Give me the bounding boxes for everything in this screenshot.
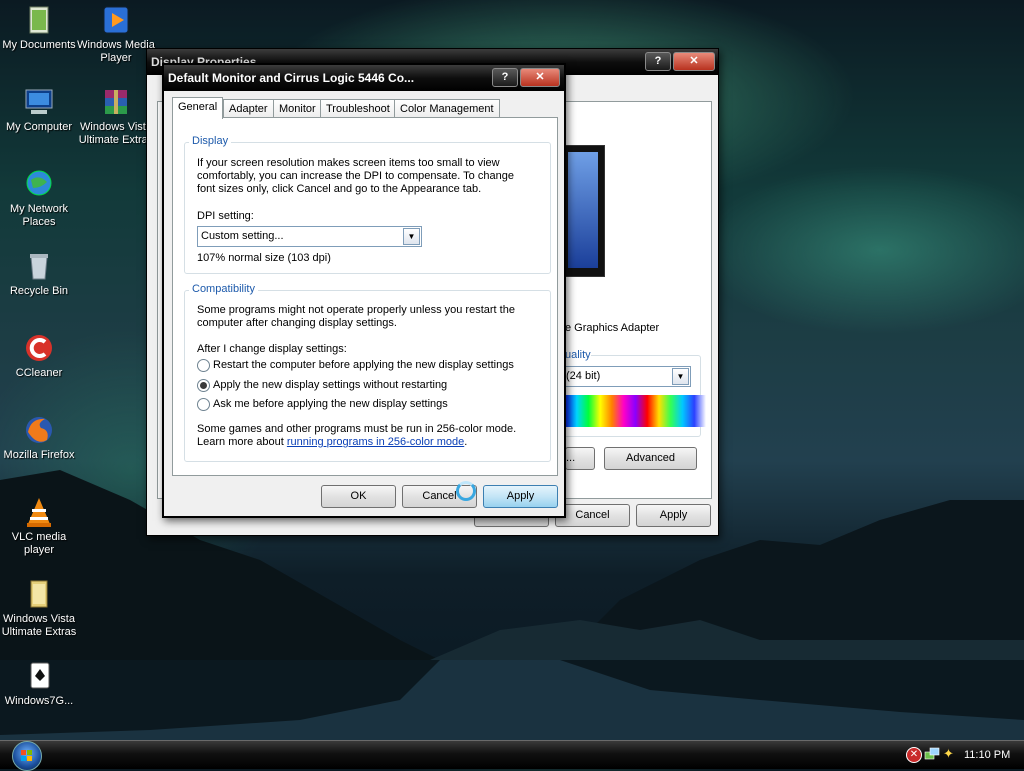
- dpi-size-text: 107% normal size (103 dpi): [197, 252, 331, 264]
- desktop-icon-label: Windows Media Player: [77, 39, 155, 64]
- ccleaner-icon: [23, 332, 55, 364]
- dialog-titlebar[interactable]: Default Monitor and Cirrus Logic 5446 Co…: [164, 65, 564, 91]
- back-apply-button[interactable]: Apply: [636, 504, 711, 527]
- running-256-color-link[interactable]: running programs in 256-color mode: [287, 436, 464, 448]
- taskbar-clock[interactable]: 11:10 PM: [964, 749, 1010, 761]
- security-alert-icon[interactable]: ✕: [906, 747, 922, 763]
- desktop-icon-recycle-bin[interactable]: Recycle Bin: [0, 250, 78, 298]
- recycle-bin-icon: [23, 250, 55, 282]
- radio-option-ask-me[interactable]: Ask me before applying the new display s…: [197, 397, 537, 413]
- radio-label: Restart the computer before applying the…: [213, 359, 514, 371]
- monitor-properties-dialog: Default Monitor and Cirrus Logic 5446 Co…: [162, 63, 566, 518]
- radio-button[interactable]: [197, 359, 210, 372]
- help-button[interactable]: ?: [492, 68, 518, 87]
- busy-cursor-icon: [456, 481, 476, 501]
- radio-button[interactable]: [197, 398, 210, 411]
- after-change-label: After I change display settings:: [197, 343, 347, 355]
- color-quality-label: uality: [565, 349, 591, 362]
- compat-description-line: computer after changing display settings…: [197, 317, 397, 329]
- back-cancel-button[interactable]: Cancel: [555, 504, 630, 527]
- computer-icon: [23, 86, 55, 118]
- monitor-preview: [565, 145, 605, 277]
- color-spectrum: [565, 395, 706, 427]
- solitaire-icon: [23, 660, 55, 692]
- desktop-icon-label: Windows Vista Ultimate Extras: [78, 121, 154, 146]
- vlc-icon: [23, 496, 55, 528]
- desktop-icon-windows7g[interactable]: Windows7G...: [0, 660, 78, 708]
- dpi-setting-label: DPI setting:: [197, 210, 254, 222]
- display-description-line: font sizes only, click Cancel and go to …: [197, 183, 482, 195]
- radio-label: Ask me before applying the new display s…: [213, 398, 448, 410]
- tab-color-management[interactable]: Color Management: [394, 99, 500, 118]
- folder-icon: [23, 578, 55, 610]
- radio-option-restart[interactable]: Restart the computer before applying the…: [197, 358, 537, 374]
- color-quality-value: (24 bit): [566, 370, 601, 382]
- desktop-icon-my-documents[interactable]: My Documents: [0, 4, 78, 52]
- chevron-down-icon[interactable]: ▼: [403, 228, 420, 245]
- chevron-down-icon[interactable]: ▼: [672, 368, 689, 385]
- dpi-setting-select[interactable]: Custom setting... ▼: [197, 226, 422, 247]
- desktop-icon-label: Windows Vista Ultimate Extras: [1, 613, 77, 638]
- close-button[interactable]: ✕: [673, 52, 715, 71]
- desktop-icon-label: My Network Places: [9, 203, 69, 228]
- taskbar: ✕ ✦ 11:10 PM: [0, 740, 1024, 771]
- dots-button[interactable]: ...: [565, 447, 595, 470]
- desktop-icon-firefox[interactable]: Mozilla Firefox: [0, 414, 78, 462]
- adapter-text: e Graphics Adapter: [565, 322, 660, 334]
- cleanup-wizard-icon[interactable]: ✦: [943, 746, 959, 762]
- dpi-setting-value: Custom setting...: [201, 230, 284, 242]
- display-description-line: comfortably, you can increase the DPI to…: [197, 170, 514, 182]
- compat-note-line: Some games and other programs must be ru…: [197, 423, 517, 435]
- system-tray: ✕ ✦ 11:10 PM: [900, 741, 1024, 769]
- help-button[interactable]: ?: [645, 52, 671, 71]
- desktop-icon-label: Recycle Bin: [9, 285, 69, 297]
- compatibility-group: Compatibility Some programs might not op…: [184, 283, 551, 462]
- desktop-icon-ccleaner[interactable]: CCleaner: [0, 332, 78, 380]
- desktop-icon-media-player[interactable]: Windows Media Player: [77, 4, 155, 65]
- winrar-icon: [100, 86, 132, 118]
- radio-dot: [200, 382, 207, 389]
- display-group: Display If your screen resolution makes …: [184, 135, 551, 274]
- radio-option-apply-without-restart[interactable]: Apply the new display settings without r…: [197, 378, 537, 394]
- network-icon[interactable]: [924, 747, 940, 761]
- windows-start-orb-icon[interactable]: [12, 741, 42, 771]
- tab-monitor[interactable]: Monitor: [273, 99, 322, 118]
- general-tab-panel: Display If your screen resolution makes …: [172, 117, 558, 476]
- desktop-icon-label: My Computer: [5, 121, 73, 133]
- compat-note-line: Learn more about running programs in 256…: [197, 436, 467, 449]
- tab-general[interactable]: General: [172, 97, 224, 119]
- desktop-icon-vista-extras-folder[interactable]: Windows Vista Ultimate Extras: [0, 578, 78, 639]
- compat-note-suffix: .: [464, 436, 468, 448]
- advanced-button[interactable]: Advanced: [604, 447, 697, 470]
- desktop-icon-my-computer[interactable]: My Computer: [0, 86, 78, 134]
- ok-button[interactable]: OK: [321, 485, 396, 508]
- tab-adapter[interactable]: Adapter: [223, 99, 274, 118]
- firefox-icon: [23, 414, 55, 446]
- tab-troubleshoot[interactable]: Troubleshoot: [320, 99, 396, 118]
- dialog-title: Default Monitor and Cirrus Logic 5446 Co…: [168, 71, 415, 85]
- media-player-icon: [100, 4, 132, 36]
- desktop-icon-label: VLC media player: [11, 531, 67, 556]
- desktop-icon-label: Mozilla Firefox: [3, 449, 75, 461]
- color-quality-select[interactable]: (24 bit) ▼: [565, 366, 691, 387]
- desktop-icon-label: Windows7G...: [4, 695, 74, 707]
- desktop-icon-label: My Documents: [2, 39, 76, 51]
- compatibility-group-legend: Compatibility: [189, 283, 258, 295]
- desktop-icon-network-places[interactable]: My Network Places: [0, 168, 78, 229]
- radio-button-selected[interactable]: [197, 379, 210, 392]
- apply-button[interactable]: Apply: [483, 485, 558, 508]
- compat-note-prefix: Learn more about: [197, 436, 287, 448]
- network-icon: [23, 168, 55, 200]
- display-description-line: If your screen resolution makes screen i…: [197, 157, 500, 169]
- desktop-icon-vlc[interactable]: VLC media player: [0, 496, 78, 557]
- display-group-legend: Display: [189, 135, 232, 147]
- close-button[interactable]: ✕: [520, 68, 560, 87]
- tab-strip: General Adapter Monitor Troubleshoot Col…: [172, 97, 556, 119]
- desktop-icon-label: CCleaner: [15, 367, 63, 379]
- radio-label: Apply the new display settings without r…: [213, 379, 448, 391]
- folder-documents-icon: [23, 4, 55, 36]
- desktop-icon-vista-extras[interactable]: Windows Vista Ultimate Extras: [77, 86, 155, 147]
- compat-description-line: Some programs might not operate properly…: [197, 304, 515, 316]
